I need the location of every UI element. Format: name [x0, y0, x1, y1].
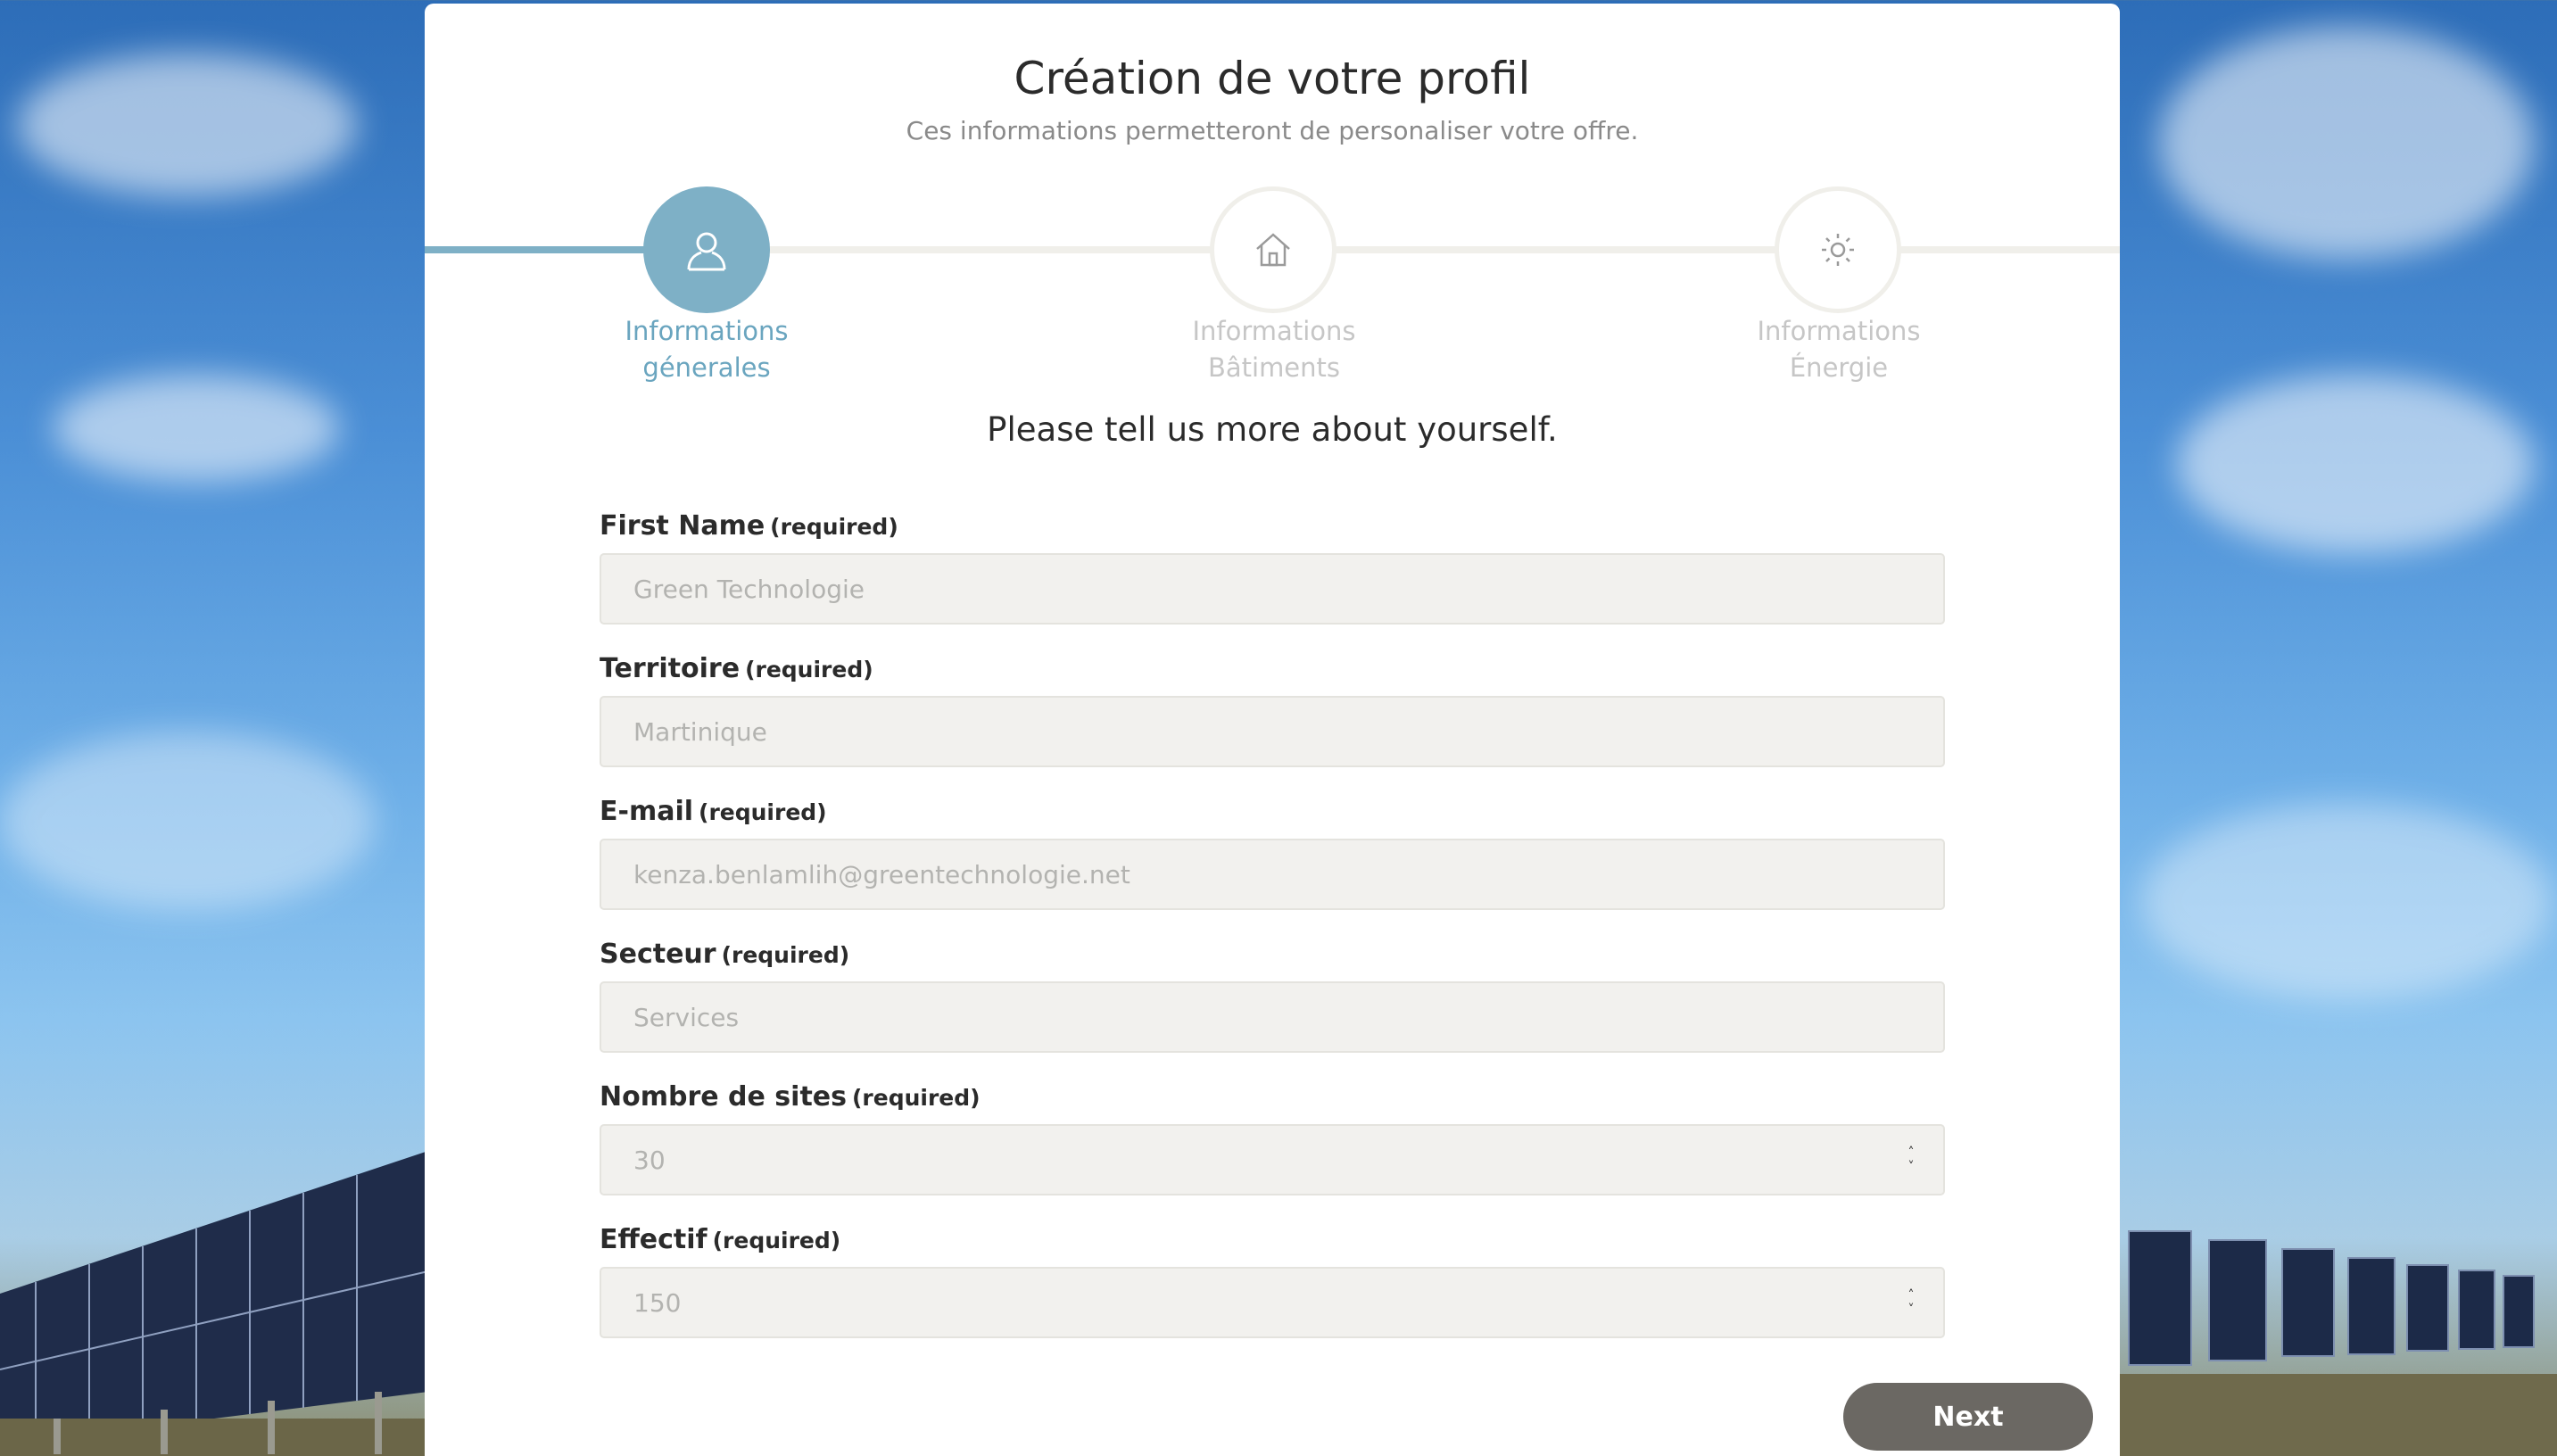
step-general-circle[interactable] [643, 186, 770, 313]
step-buildings-label[interactable]: Informations Bâtiments [1158, 313, 1390, 386]
email-input[interactable] [600, 839, 1945, 910]
sites-count-field: ˄ ˅ [600, 1124, 1945, 1195]
step-buildings-line1: Informations [1192, 316, 1356, 346]
form-prompt: Please tell us more about yourself. [987, 410, 1558, 449]
chevron-up-icon[interactable]: ˄ [1908, 1288, 1915, 1303]
step-general-label[interactable]: Informations génerales [591, 313, 823, 386]
sites-count-stepper[interactable]: ˄ ˅ [1902, 1144, 1920, 1176]
chevron-up-icon[interactable]: ˄ [1908, 1146, 1915, 1160]
page-subtitle: Ces informations permetteront de persona… [906, 116, 1639, 145]
solar-panels-left [0, 1151, 428, 1456]
sun-icon [1822, 234, 1854, 266]
effectif-stepper[interactable]: ˄ ˅ [1902, 1286, 1920, 1319]
effectif-input[interactable] [600, 1267, 1945, 1338]
profile-card: Création de votre profil Ces information… [425, 4, 2120, 1456]
sites-count-label: Nombre de sites (required) [600, 1081, 981, 1113]
secteur-input[interactable] [600, 981, 1945, 1053]
user-icon [687, 232, 726, 271]
first-name-input[interactable] [600, 553, 1945, 625]
first-name-label: First Name (required) [600, 510, 898, 542]
step-energy-circle[interactable] [1775, 186, 1901, 313]
home-icon [1256, 233, 1290, 267]
next-button[interactable]: Next [1843, 1383, 2093, 1451]
step-energy-line1: Informations [1757, 316, 1921, 346]
chevron-down-icon[interactable]: ˅ [1908, 1303, 1915, 1317]
step-buildings-circle[interactable] [1210, 186, 1336, 313]
sites-count-input[interactable] [600, 1124, 1945, 1195]
step-general-line1: Informations [625, 316, 789, 346]
page-title: Création de votre profil [1014, 53, 1531, 104]
step-buildings-line2: Bâtiments [1207, 352, 1341, 383]
solar-panels-right [2120, 1230, 2557, 1456]
territoire-input[interactable] [600, 696, 1945, 767]
step-energy-label[interactable]: Informations Énergie [1723, 313, 1955, 386]
email-label: E-mail (required) [600, 796, 827, 827]
effectif-label: Effectif (required) [600, 1224, 841, 1255]
effectif-field: ˄ ˅ [600, 1267, 1945, 1338]
step-general-line2: génerales [642, 352, 771, 383]
territoire-label: Territoire (required) [600, 653, 873, 684]
chevron-down-icon[interactable]: ˅ [1908, 1160, 1915, 1174]
step-energy-line2: Énergie [1789, 352, 1889, 383]
secteur-label: Secteur (required) [600, 939, 850, 970]
